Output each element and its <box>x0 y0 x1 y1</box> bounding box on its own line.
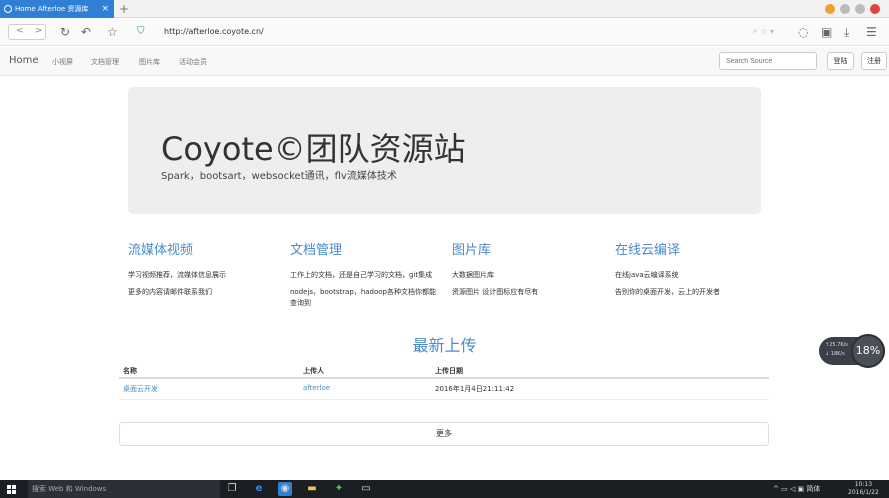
upload-date: 2016年1月4日21:11:42 <box>435 385 515 393</box>
tab-close-icon[interactable]: × <box>101 0 109 18</box>
nav-link-gallery[interactable]: 图片库 <box>139 57 160 67</box>
feature-title: 文档管理 <box>290 243 343 258</box>
clock-date: 2016/1/22 <box>848 489 879 496</box>
browser-tab-active[interactable]: Home Afterloe 资源库 × <box>0 0 114 18</box>
uploader-link[interactable]: afterloe <box>303 384 330 392</box>
windows-start-icon[interactable] <box>7 485 16 494</box>
nav-brand-home[interactable]: Home <box>9 55 39 66</box>
undo-icon[interactable]: ↶ <box>81 24 91 40</box>
url-field[interactable]: http://afterloe.coyote.cn/ <box>164 27 264 36</box>
secure-shield-icon: ⛉ <box>137 26 145 37</box>
feature-title: 流媒体视频 <box>128 243 194 258</box>
browser-app-icon[interactable]: ◉ <box>278 482 292 496</box>
feature-title: 图片库 <box>452 243 492 258</box>
feature-text: 更多的内容请邮件联系我们 <box>128 288 212 296</box>
ime-indicator[interactable]: 简体 <box>806 485 820 493</box>
system-tray[interactable]: ^ ▭ ◁ ▣ 简体 <box>773 484 820 494</box>
site-navbar: Home 小视屏 文档管理 图片库 活动会员 登陆 注册 <box>0 47 889 76</box>
favorite-star-icon[interactable]: ☆ <box>107 24 118 40</box>
extensions-icon[interactable]: ▣ <box>821 24 832 40</box>
feature-cloud-compile: 在线云编译 在线java云编译系统 告别你的桌面开发，云上的开发者 <box>615 239 765 304</box>
nav-link-members[interactable]: 活动会员 <box>179 57 207 67</box>
address-bar: < > ↻ ↶ ☆ ⛉ http://afterloe.coyote.cn/ ⚡… <box>0 19 889 46</box>
upload-rate: ↑25.7K/s <box>825 342 848 348</box>
feature-text: 告别你的桌面开发，云上的开发者 <box>615 288 720 296</box>
page-favicon-icon <box>4 5 12 13</box>
column-header-uploader: 上传人 <box>303 367 324 375</box>
search-input[interactable] <box>719 52 817 70</box>
browser-tab-bar: Home Afterloe 资源库 × + <box>0 0 889 18</box>
edge-browser-icon[interactable]: e <box>252 482 266 496</box>
login-button[interactable]: 登陆 <box>827 52 854 70</box>
nav-link-documents[interactable]: 文档管理 <box>91 57 119 67</box>
close-window-icon[interactable] <box>870 4 880 14</box>
feature-text: 资源图片 设计图标应有尽有 <box>452 288 539 296</box>
usage-percent: 18% <box>851 334 885 368</box>
file-explorer-icon[interactable]: ▬ <box>305 482 319 496</box>
chat-icon[interactable]: ◌ <box>798 24 808 40</box>
back-button[interactable]: < <box>16 26 24 36</box>
terminal-icon[interactable]: ▭ <box>359 482 373 496</box>
uploads-table-header: 名称 上传人 上传日期 <box>119 362 769 379</box>
jumbotron: Coyote©团队资源站 Spark，bootsart，websocket通讯，… <box>128 87 761 214</box>
column-header-name: 名称 <box>123 367 137 375</box>
nav-link-videos[interactable]: 小视屏 <box>52 57 73 67</box>
back-forward-group: < > <box>8 24 46 40</box>
taskbar-clock[interactable]: 10:13 2016/1/22 <box>848 481 879 497</box>
app-icon[interactable]: ✦ <box>332 482 346 496</box>
address-bar-tools-icon[interactable]: ⚡ ☆ ▾ <box>752 24 774 40</box>
clock-time: 10:13 <box>854 481 873 488</box>
windows-taskbar: 搜索 Web 和 Windows ❐ e ◉ ▬ ✦ ▭ ^ ▭ ◁ ▣ 简体 … <box>0 480 889 498</box>
feature-documents: 文档管理 工作上的文档，还是自己学习的文档，git集成 nodejs，boots… <box>290 239 440 315</box>
hamburger-menu-icon[interactable]: ☰ <box>866 24 877 40</box>
forward-button[interactable]: > <box>35 26 43 36</box>
hero-subtitle: Spark，bootsart，websocket通讯，flv流媒体技术 <box>161 171 397 182</box>
feature-gallery: 图片库 大数据图片库 资源图片 设计图标应有尽有 <box>452 239 602 304</box>
minimize-icon[interactable] <box>855 4 865 14</box>
uploads-title: 最新上传 <box>412 336 477 355</box>
task-view-icon[interactable]: ❐ <box>225 482 239 496</box>
network-speed-widget[interactable]: ↑25.7K/s ↓ 18K/s 18% <box>819 334 885 368</box>
taskbar-search-box[interactable]: 搜索 Web 和 Windows <box>28 480 220 498</box>
feature-text: 工作上的文档，还是自己学习的文档，git集成 <box>290 271 433 279</box>
hero-title: Coyote©团队资源站 <box>161 130 466 168</box>
skin-icon[interactable] <box>825 4 835 14</box>
feature-title: 在线云编译 <box>615 243 681 258</box>
menu-icon[interactable] <box>840 4 850 14</box>
new-tab-button[interactable]: + <box>119 0 129 18</box>
download-rate: ↓ 18K/s <box>825 351 845 357</box>
tab-title: Home Afterloe 资源库 <box>15 5 89 13</box>
refresh-icon[interactable]: ↻ <box>60 24 70 40</box>
feature-text: 在线java云编译系统 <box>615 271 679 279</box>
download-icon[interactable]: ⤓ <box>844 24 849 40</box>
upload-name-link[interactable]: 桌面云开发 <box>123 384 158 394</box>
more-button[interactable]: 更多 <box>119 422 769 446</box>
feature-text: 学习视频推荐，流媒体信息展示 <box>128 271 226 279</box>
speed-rates: ↑25.7K/s ↓ 18K/s <box>825 341 848 359</box>
register-button[interactable]: 注册 <box>861 52 887 70</box>
column-header-date: 上传日期 <box>435 367 463 375</box>
feature-text: nodejs，bootstrap，hadoop各种文档你都能查询到 <box>290 288 436 307</box>
table-row: 桌面云开发 afterloe 2016年1月4日21:11:42 <box>119 380 769 400</box>
feature-text: 大数据图片库 <box>452 271 494 279</box>
feature-streaming: 流媒体视频 学习视频推荐，流媒体信息展示 更多的内容请邮件联系我们 <box>128 239 278 304</box>
